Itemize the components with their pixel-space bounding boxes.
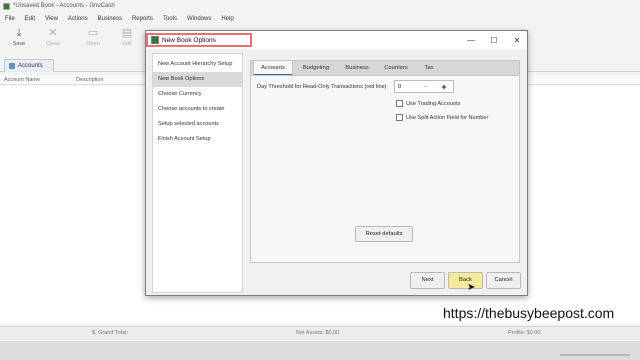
- step-new-book-options[interactable]: New Book Options: [153, 72, 242, 87]
- reset-defaults-button[interactable]: Reset defaults: [355, 226, 413, 242]
- menu-business[interactable]: Business: [93, 16, 127, 22]
- bottom-strip: [0, 341, 640, 360]
- mouse-pointer-icon: ➤: [467, 282, 476, 293]
- menu-windows[interactable]: Windows: [182, 16, 216, 22]
- horizontal-scrollbar[interactable]: [560, 354, 630, 356]
- tab-counters[interactable]: Counters: [377, 61, 415, 76]
- edit-icon: ▤: [121, 27, 133, 39]
- dialog-title: New Book Options: [162, 36, 216, 44]
- accounts-icon: [9, 63, 15, 69]
- grand-total-label: $, Grand Total:: [92, 330, 128, 336]
- gnucash-app-icon: [3, 2, 10, 10]
- tab-business[interactable]: Business: [339, 61, 375, 76]
- close-icon: ✕: [48, 27, 58, 39]
- tab-accounts-options[interactable]: Accounts: [253, 61, 293, 76]
- summary-bar: $, Grand Total: Net Assets: $0.00 Profit…: [0, 326, 640, 340]
- dialog-title-bar: New Book Options — ☐ ✕: [146, 31, 527, 49]
- step-setup-selected-accounts[interactable]: Setup selected accounts: [153, 117, 242, 132]
- menu-tools[interactable]: Tools: [158, 16, 182, 22]
- open-button[interactable]: ▭ Open: [78, 26, 108, 47]
- menu-reports[interactable]: Reports: [127, 16, 158, 22]
- open-folder-icon: ▭: [87, 27, 99, 39]
- assistant-steps-sidebar: New Account Hierarchy Setup New Book Opt…: [152, 53, 243, 293]
- step-new-account-hierarchy[interactable]: New Account Hierarchy Setup: [153, 57, 242, 72]
- tab-accounts[interactable]: Accounts: [4, 59, 54, 72]
- menu-actions[interactable]: Actions: [63, 16, 93, 22]
- options-page: Accounts Budgeting Business Counters Tax…: [249, 53, 522, 267]
- column-description[interactable]: Description: [76, 77, 104, 83]
- step-choose-accounts[interactable]: Choose accounts to create: [153, 102, 242, 117]
- threshold-label: Day Threshold for Read-Only Transactions…: [257, 84, 387, 90]
- menu-file[interactable]: File: [0, 16, 20, 22]
- minus-icon[interactable]: −: [417, 82, 435, 91]
- window-title: *Unsaved Book - Accounts - GnuCash: [13, 3, 115, 9]
- dialog-title-highlight: New Book Options: [146, 33, 252, 47]
- profits-label: Profits: $0.00: [508, 330, 541, 336]
- accounts-options-panel: Day Threshold for Read-Only Transactions…: [250, 75, 520, 263]
- step-choose-currency[interactable]: Choose Currency: [153, 87, 242, 102]
- new-book-options-dialog: New Book Options — ☐ ✕ New Account Hiera…: [145, 30, 528, 296]
- menu-bar: File Edit View Actions Business Reports …: [0, 13, 239, 24]
- close-icon[interactable]: ✕: [510, 34, 524, 46]
- threshold-value[interactable]: 0: [395, 84, 417, 90]
- split-action-checkbox[interactable]: [396, 114, 403, 121]
- maximize-icon[interactable]: ☐: [487, 34, 501, 46]
- back-button[interactable]: Back: [448, 272, 483, 289]
- minimize-icon[interactable]: —: [464, 34, 478, 46]
- plus-icon[interactable]: +: [435, 82, 453, 92]
- options-notebook-tabs: Accounts Budgeting Business Counters Tax: [250, 60, 520, 76]
- watermark-url: https://thebusybeepost.com: [443, 305, 615, 321]
- title-bar: *Unsaved Book - Accounts - GnuCash: [0, 0, 640, 12]
- edit-button[interactable]: ▤ Edit: [112, 26, 142, 47]
- next-button[interactable]: Next: [410, 272, 445, 289]
- split-action-option[interactable]: Use Split Action Field for Number: [396, 114, 488, 121]
- tab-budgeting[interactable]: Budgeting: [295, 61, 337, 76]
- trading-accounts-option[interactable]: Use Trading Accounts: [396, 100, 460, 107]
- tab-tax[interactable]: Tax: [417, 61, 441, 76]
- menu-view[interactable]: View: [40, 16, 63, 22]
- gnucash-dialog-icon: [151, 36, 159, 44]
- menu-edit[interactable]: Edit: [20, 16, 40, 22]
- menu-help[interactable]: Help: [216, 16, 238, 22]
- trading-accounts-checkbox[interactable]: [396, 100, 403, 107]
- net-assets-label: Net Assets: $0.00: [296, 330, 340, 336]
- step-finish-account-setup[interactable]: Finish Account Setup: [153, 132, 242, 147]
- close-button[interactable]: ✕ Close: [38, 26, 68, 47]
- column-account-name[interactable]: Account Name: [4, 77, 76, 83]
- cancel-button[interactable]: Cancel: [486, 272, 521, 289]
- save-icon: ⤓: [16, 27, 22, 39]
- save-button[interactable]: ⤓ Save: [4, 26, 34, 47]
- threshold-spinner[interactable]: 0 − +: [394, 80, 454, 93]
